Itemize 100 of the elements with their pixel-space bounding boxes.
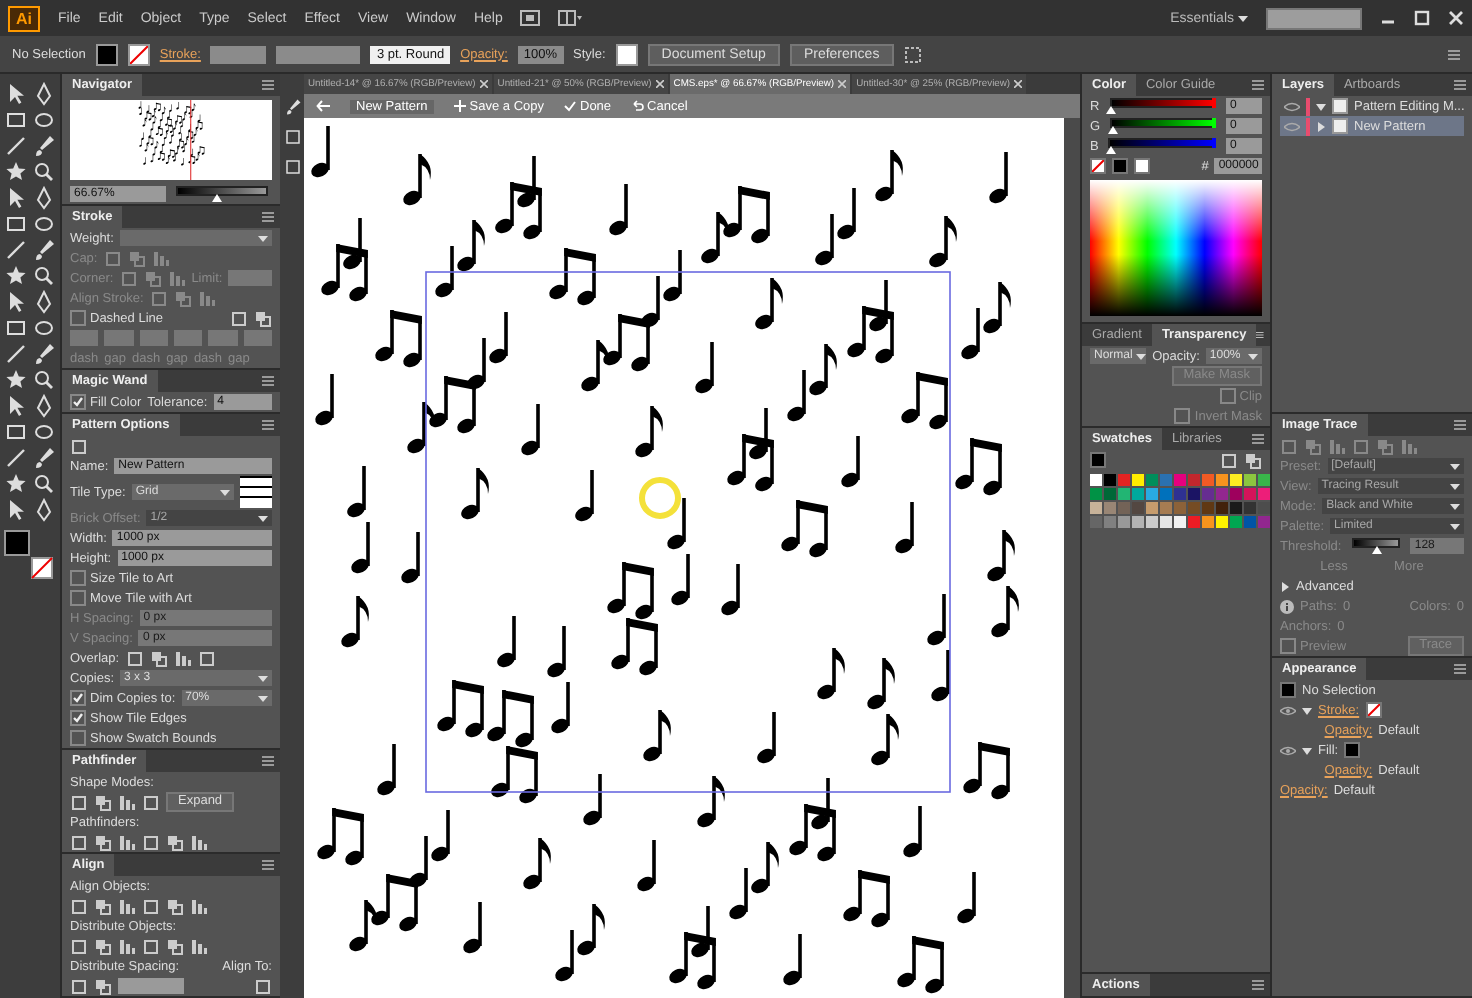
slider-track[interactable] (176, 186, 268, 196)
menu-icon[interactable] (262, 80, 274, 90)
color-swatch[interactable] (1174, 488, 1186, 500)
star-icon[interactable] (4, 368, 28, 392)
menu-icon[interactable] (1454, 664, 1466, 674)
triangle-icon[interactable] (1316, 101, 1326, 111)
rectangle-icon[interactable] (4, 108, 28, 132)
ellipse-icon[interactable] (32, 420, 56, 444)
overlap-squares-icon[interactable] (94, 937, 112, 955)
pointer-icon[interactable] (4, 186, 28, 210)
color-swatch[interactable] (1216, 502, 1228, 514)
overlap-squares-icon[interactable] (149, 649, 168, 667)
none-swatch[interactable] (1365, 702, 1382, 718)
overlap-squares-icon[interactable] (254, 309, 272, 327)
ellipse-icon[interactable] (32, 212, 56, 236)
square-icon[interactable] (142, 897, 160, 915)
tile-boundary[interactable] (425, 271, 951, 793)
menu-icon[interactable] (1252, 80, 1264, 90)
magnifier-icon[interactable] (32, 472, 56, 496)
overlap-squares-icon[interactable] (166, 897, 184, 915)
square-icon[interactable] (70, 793, 88, 811)
checkbox[interactable] (70, 310, 86, 326)
search-field[interactable] (1266, 7, 1362, 29)
square-icon[interactable] (1220, 451, 1238, 469)
triangle-icon[interactable] (1302, 745, 1312, 755)
color-swatch[interactable] (1244, 502, 1256, 514)
color-swatch[interactable] (1104, 474, 1116, 486)
pen-icon[interactable] (32, 290, 56, 314)
color-swatch[interactable] (1174, 502, 1186, 514)
color-swatch[interactable] (1280, 682, 1296, 698)
close-icon[interactable] (655, 80, 664, 88)
square-icon[interactable] (70, 897, 88, 915)
bars-icon[interactable] (190, 937, 208, 955)
menu-icon[interactable] (1252, 980, 1264, 990)
menu-icon[interactable] (1252, 434, 1264, 444)
color-swatch[interactable] (1146, 516, 1158, 528)
stroke-swatch[interactable] (127, 43, 150, 65)
pointer-icon[interactable] (4, 290, 28, 314)
fill-swatch[interactable] (95, 43, 118, 65)
color-swatch[interactable] (1118, 488, 1130, 500)
stroke-weight-field[interactable] (210, 45, 267, 63)
ellipse-icon[interactable] (32, 316, 56, 340)
color-swatch[interactable] (1104, 488, 1116, 500)
color-swatch[interactable] (1146, 474, 1158, 486)
input-field[interactable] (118, 978, 184, 994)
overlap-squares-icon[interactable] (1244, 451, 1262, 469)
color-swatch[interactable] (1160, 474, 1172, 486)
transform-icon[interactable] (903, 45, 922, 63)
color-swatch[interactable] (1132, 474, 1144, 486)
color-swatch[interactable] (1188, 516, 1200, 528)
slider-thumb[interactable] (1107, 126, 1118, 134)
slider-thumb[interactable] (1106, 106, 1117, 114)
color-swatch[interactable] (1230, 516, 1242, 528)
slider-track[interactable] (1108, 138, 1216, 148)
eye-icon[interactable] (1280, 745, 1296, 755)
brush-icon[interactable] (32, 342, 56, 366)
stroke-swatch[interactable] (30, 556, 54, 580)
overlap-squares-icon[interactable] (166, 833, 184, 851)
slider-track[interactable] (1109, 98, 1216, 108)
slider-track[interactable] (1351, 538, 1401, 548)
maximize-icon[interactable] (1414, 10, 1430, 26)
scrollbar[interactable] (1064, 118, 1080, 998)
back-arrow-icon[interactable] (316, 100, 330, 112)
brush-icon[interactable] (32, 446, 56, 470)
color-swatch[interactable] (1216, 516, 1228, 528)
color-swatch[interactable] (1160, 502, 1172, 514)
magnifier-icon[interactable] (32, 160, 56, 184)
pointer-icon[interactable] (4, 82, 28, 106)
close-icon[interactable] (1448, 10, 1464, 26)
square-icon[interactable] (283, 158, 301, 176)
square-icon[interactable] (70, 833, 88, 851)
color-swatch[interactable] (1216, 474, 1228, 486)
magnifier-icon[interactable] (32, 368, 56, 392)
color-swatch[interactable] (1202, 516, 1214, 528)
color-swatch[interactable] (1090, 474, 1102, 486)
color-swatch[interactable] (1160, 516, 1172, 528)
color-swatch[interactable] (1188, 502, 1200, 514)
star-icon[interactable] (4, 264, 28, 288)
rectangle-icon[interactable] (4, 316, 28, 340)
arrange-icon[interactable] (558, 10, 583, 26)
menu-icon[interactable] (262, 756, 274, 766)
menu-icon[interactable] (262, 860, 274, 870)
color-swatch[interactable] (1258, 474, 1270, 486)
color-swatch[interactable] (1258, 502, 1270, 514)
checkbox[interactable] (70, 590, 86, 606)
brush-icon[interactable] (283, 98, 301, 116)
square-icon[interactable] (283, 128, 301, 146)
square-icon[interactable] (142, 833, 160, 851)
color-swatch[interactable] (1216, 488, 1228, 500)
color-swatch[interactable] (1258, 516, 1270, 528)
bars-icon[interactable] (190, 897, 208, 915)
menu-icon[interactable] (1454, 80, 1466, 90)
color-swatch[interactable] (1118, 474, 1130, 486)
color-swatch[interactable] (1188, 488, 1200, 500)
square-icon[interactable] (70, 977, 88, 995)
variable-width-dropdown[interactable] (276, 45, 361, 63)
color-swatch[interactable] (1244, 474, 1256, 486)
square-icon[interactable] (254, 977, 272, 995)
pen-icon[interactable] (32, 186, 56, 210)
menu-icon[interactable] (1454, 420, 1466, 430)
